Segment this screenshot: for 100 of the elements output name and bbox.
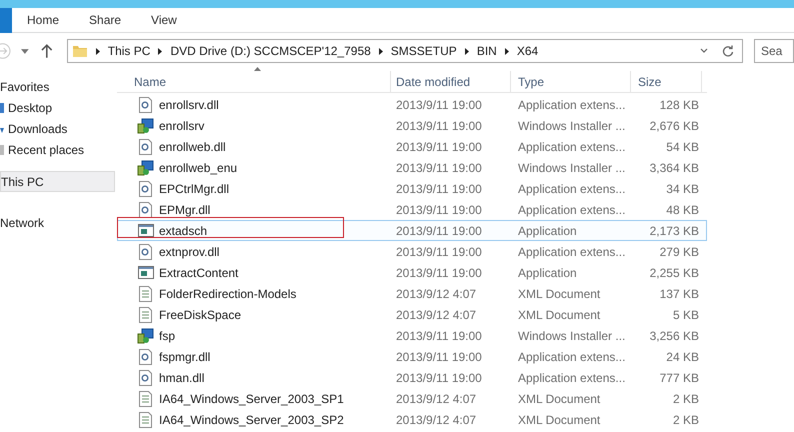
file-row[interactable]: enrollweb_enu 2013/9/11 19:00 Windows Installer ... 3,364 KB bbox=[117, 157, 707, 178]
file-name: extadsch bbox=[159, 222, 208, 240]
file-name: enrollsrv.dll bbox=[159, 96, 219, 114]
file-row[interactable]: ExtractContent 2013/9/11 19:00 Application 2,255 KB bbox=[117, 262, 707, 283]
type-cell-text: XML Document bbox=[517, 286, 602, 302]
column-header[interactable]: Type bbox=[510, 71, 630, 92]
breadcrumb-arrow-icon[interactable] bbox=[158, 48, 162, 54]
date-cell-text: 2013/9/11 19:00 bbox=[395, 328, 483, 344]
file-row[interactable]: enrollsrv.dll 2013/9/11 19:00 Application extens... 128 KB bbox=[117, 94, 707, 115]
refresh-icon[interactable] bbox=[722, 45, 734, 57]
size-cell-text: 2,676 KB bbox=[648, 118, 700, 134]
date-cell-text: 2013/9/11 19:00 bbox=[395, 264, 483, 282]
type-cell-text: XML Document bbox=[517, 390, 602, 408]
file-row[interactable]: fspmgr.dll 2013/9/11 19:00 Application extens... 24 KB bbox=[117, 346, 707, 367]
address-bar[interactable]: This PC DVD Drive (D:) SCCMSCEP'12_7958 SMSSETUP BIN X64 bbox=[66, 39, 743, 63]
file-name: EPCtrlMgr.dll bbox=[159, 180, 230, 198]
xml-file-icon bbox=[139, 286, 152, 302]
file-row[interactable]: EPMgr.dll 2013/9/11 19:00 Application extens... 48 KB bbox=[117, 199, 707, 220]
file-row[interactable]: EPCtrlMgr.dll 2013/9/11 19:00 Application extens... 34 KB bbox=[117, 178, 707, 199]
gear-file-icon bbox=[139, 96, 152, 112]
ribbon-tab[interactable]: Home bbox=[27, 11, 60, 29]
gear-file-icon bbox=[139, 138, 152, 154]
type-cell-text: Application extens... bbox=[517, 202, 626, 218]
column-header[interactable]: Name bbox=[117, 71, 390, 92]
breadcrumb-item[interactable]: X64 bbox=[516, 42, 538, 60]
size-cell-text: 128 KB bbox=[658, 96, 700, 114]
xml-file-icon bbox=[139, 412, 152, 428]
installer-icon bbox=[137, 328, 154, 344]
dropdown-icon[interactable] bbox=[21, 48, 30, 54]
file-name: enrollsrv bbox=[159, 118, 204, 134]
size-cell-text: 34 KB bbox=[665, 180, 700, 198]
breadcrumb-arrow-icon[interactable] bbox=[504, 48, 509, 54]
breadcrumb-arrow-icon[interactable] bbox=[464, 48, 469, 54]
window-app-icon bbox=[138, 266, 154, 279]
file-row[interactable]: FreeDiskSpace 2013/9/12 4:07 XML Document 5 KB bbox=[117, 304, 707, 325]
file-name: enrollweb_enu bbox=[159, 160, 238, 176]
type-cell-text: XML Document bbox=[517, 412, 602, 428]
ribbon-tab[interactable]: View bbox=[151, 11, 177, 29]
sidebar-item[interactable]: Recent places bbox=[0, 139, 115, 160]
date-cell-text: 2013/9/11 19:00 bbox=[395, 222, 483, 240]
breadcrumb-item[interactable]: SMSSETUP bbox=[390, 42, 457, 60]
file-row[interactable]: extnprov.dll 2013/9/11 19:00 Application extens... 279 KB bbox=[117, 241, 707, 262]
type-cell-text: Windows Installer ... bbox=[517, 160, 626, 176]
column-header[interactable]: Size bbox=[630, 71, 702, 92]
breadcrumb-arrow-icon[interactable] bbox=[96, 48, 100, 54]
file-row[interactable]: IA64_Windows_Server_2003_SP2 2013/9/12 4:07 XML Document 2 KB bbox=[117, 409, 707, 430]
xml-file-icon bbox=[139, 306, 152, 322]
date-cell-text: 2013/9/11 19:00 bbox=[395, 202, 483, 218]
file-row[interactable]: extadsch 2013/9/11 19:00 Application 2,173 KB bbox=[117, 220, 707, 241]
ribbon-tab[interactable]: Share bbox=[89, 11, 122, 29]
file-row[interactable]: enrollweb.dll 2013/9/11 19:00 Application extens... 54 KB bbox=[117, 136, 707, 157]
size-cell-text: 5 KB bbox=[672, 306, 700, 324]
file-name: enrollweb.dll bbox=[159, 138, 226, 156]
sidebar-item[interactable]: Favorites bbox=[0, 76, 115, 97]
type-cell-text: Application extens... bbox=[517, 370, 626, 386]
sidebar-item[interactable]: Network bbox=[0, 212, 115, 233]
file-name: EPMgr.dll bbox=[159, 202, 210, 218]
breadcrumb-item[interactable]: DVD Drive (D:) SCCMSCEP'12_7958 bbox=[170, 42, 371, 60]
size-cell-text: 48 KB bbox=[665, 202, 700, 218]
type-cell-text: Application extens... bbox=[517, 96, 626, 114]
date-cell-text: 2013/9/12 4:07 bbox=[395, 390, 478, 408]
type-cell-text: Application extens... bbox=[517, 348, 626, 366]
size-cell-text: 2 KB bbox=[672, 412, 700, 428]
breadcrumb-item[interactable]: This PC bbox=[108, 42, 150, 60]
up-arrow-icon[interactable] bbox=[41, 44, 53, 58]
gear-file-icon bbox=[139, 202, 152, 218]
file-row[interactable]: fsp 2013/9/11 19:00 Windows Installer ... 3,256 KB bbox=[117, 325, 707, 346]
gear-file-icon bbox=[139, 348, 152, 364]
file-name: fsp bbox=[159, 328, 176, 344]
date-cell-text: 2013/9/11 19:00 bbox=[395, 118, 483, 134]
type-cell-text: Application bbox=[517, 222, 578, 240]
date-cell-text: 2013/9/11 19:00 bbox=[395, 348, 483, 366]
file-name: ExtractContent bbox=[159, 264, 238, 282]
type-cell-text: Windows Installer ... bbox=[517, 328, 626, 344]
gear-file-icon bbox=[139, 244, 152, 260]
file-row[interactable]: hman.dll 2013/9/11 19:00 Application extens... 777 KB bbox=[117, 367, 707, 388]
column-header[interactable]: Date modified bbox=[390, 71, 510, 92]
breadcrumb-arrow-icon[interactable] bbox=[378, 48, 383, 54]
sidebar-item[interactable]: Desktop bbox=[0, 97, 115, 118]
type-cell-text: XML Document bbox=[517, 306, 602, 324]
file-name: fspmgr.dll bbox=[159, 348, 210, 366]
sidebar-item[interactable]: Downloads bbox=[0, 118, 115, 139]
date-cell-text: 2013/9/11 19:00 bbox=[395, 180, 483, 198]
size-cell-text: 2 KB bbox=[672, 390, 700, 408]
search-field[interactable]: Sea bbox=[754, 39, 794, 63]
file-name: extnprov.dll bbox=[159, 244, 220, 260]
chevron-down-icon[interactable] bbox=[700, 48, 708, 54]
file-row[interactable]: enrollsrv 2013/9/11 19:00 Windows Installer ... 2,676 KB bbox=[117, 115, 707, 136]
file-row[interactable]: FolderRedirection-Models 2013/9/12 4:07 XML Document 137 KB bbox=[117, 283, 707, 304]
sidebar-item[interactable]: This PC bbox=[0, 171, 115, 192]
breadcrumb-item[interactable]: BIN bbox=[476, 42, 497, 60]
type-cell-text: Application extens... bbox=[517, 138, 626, 156]
xml-file-icon bbox=[139, 390, 152, 406]
size-cell-text: 2,173 KB bbox=[648, 222, 700, 240]
file-row[interactable]: IA64_Windows_Server_2003_SP1 2013/9/12 4:07 XML Document 2 KB bbox=[117, 388, 707, 409]
file-name: FreeDiskSpace bbox=[159, 306, 242, 324]
sort-arrow-icon bbox=[254, 67, 261, 71]
type-cell-text: Application extens... bbox=[517, 180, 626, 198]
size-cell-text: 3,364 KB bbox=[648, 160, 700, 176]
date-cell-text: 2013/9/11 19:00 bbox=[395, 138, 483, 156]
